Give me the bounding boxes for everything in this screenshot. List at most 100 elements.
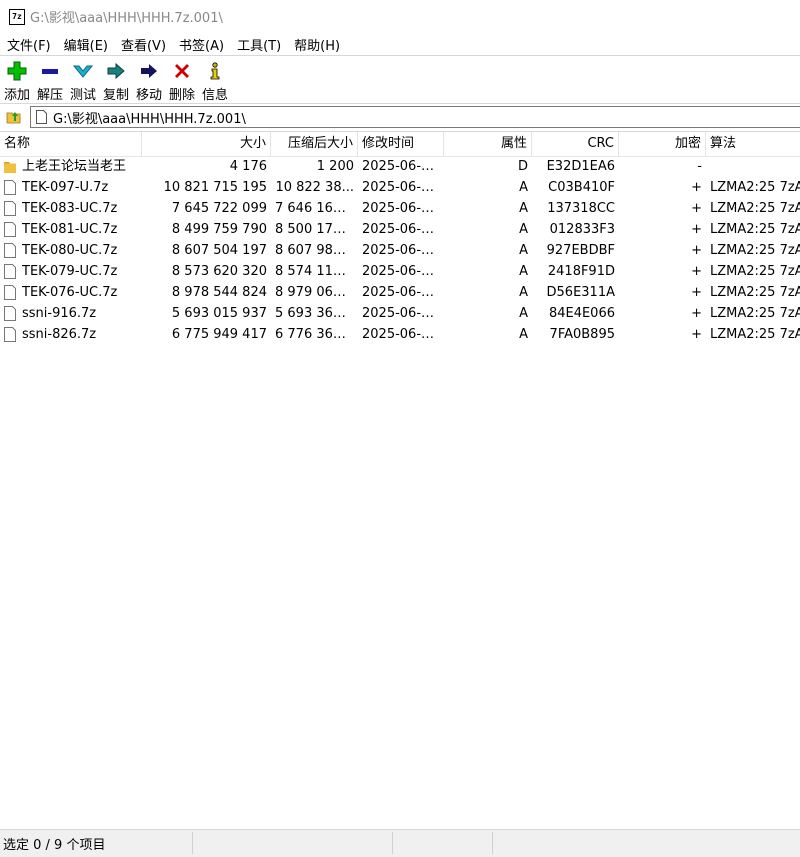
item-modified: 2025-06-1... — [362, 222, 442, 237]
item-method: LZMA2:25 7zA — [710, 327, 800, 342]
item-size: 8 978 544 824 — [171, 285, 267, 300]
address-bar: G:\影视\aaa\HHH\HHH.7z.001\ — [0, 103, 800, 131]
status-bar: 选定 0 / 9 个项目 — [0, 829, 800, 857]
list-item[interactable]: TEK-097-U.7z 10 821 715 195 10 822 38...… — [0, 177, 800, 198]
column-header: 名称 大小 压缩后大小 修改时间 属性 CRC 加密 算法 — [0, 132, 800, 157]
item-method: LZMA2:25 7zA — [710, 180, 800, 195]
up-folder-button[interactable] — [3, 107, 25, 129]
menu-bookmarks[interactable]: 书签(A) — [179, 35, 224, 54]
item-crc: E32D1EA6 — [546, 159, 615, 174]
item-attributes: D — [517, 159, 528, 174]
item-packed-size: 8 574 116 ... — [275, 264, 358, 279]
menu-tools[interactable]: 工具(T) — [237, 35, 281, 54]
file-icon — [4, 264, 16, 279]
toolbar: 添加 解压 测试 复制 移动 删除 信息 — [0, 55, 800, 104]
item-name: TEK-081-UC.7z — [22, 222, 118, 237]
item-modified: 2025-06-1... — [362, 180, 442, 195]
column-header-name[interactable]: 名称 — [0, 132, 142, 156]
item-name: ssni-916.7z — [22, 306, 97, 321]
item-crc: 2418F91D — [547, 264, 615, 279]
move-button[interactable]: 移动 — [133, 56, 165, 103]
info-button[interactable]: 信息 — [199, 56, 231, 103]
item-crc: 137318CC — [547, 201, 615, 216]
list-item[interactable]: TEK-083-UC.7z 7 645 722 099 7 646 161 ..… — [0, 198, 800, 219]
item-size: 5 693 015 937 — [171, 306, 267, 321]
file-list[interactable]: 名称 大小 压缩后大小 修改时间 属性 CRC 加密 算法 上老王论坛当老王 4… — [0, 131, 800, 830]
test-icon — [72, 61, 94, 81]
address-path: G:\影视\aaa\HHH\HHH.7z.001\ — [53, 111, 246, 127]
item-encrypted: + — [691, 243, 702, 258]
item-size: 4 176 — [229, 159, 267, 174]
item-name-cell: TEK-076-UC.7z — [0, 282, 142, 303]
list-item[interactable]: ssni-916.7z 5 693 015 937 5 693 367 ... … — [0, 303, 800, 324]
item-modified: 2025-06-1... — [362, 285, 442, 300]
item-name: 上老王论坛当老王 — [22, 159, 127, 174]
list-item[interactable]: TEK-076-UC.7z 8 978 544 824 8 979 068 ..… — [0, 282, 800, 303]
selection-status: 选定 0 / 9 个项目 — [3, 838, 106, 853]
item-packed-size: 6 776 368 ... — [275, 327, 358, 342]
column-header-method[interactable]: 算法 — [706, 132, 800, 156]
item-size: 10 821 715 195 — [163, 180, 267, 195]
list-item[interactable]: TEK-079-UC.7z 8 573 620 320 8 574 116 ..… — [0, 261, 800, 282]
item-name-cell: ssni-826.7z — [0, 324, 142, 345]
list-item[interactable]: TEK-081-UC.7z 8 499 759 790 8 500 179 ..… — [0, 219, 800, 240]
column-header-crc[interactable]: CRC — [532, 132, 619, 156]
file-icon — [4, 201, 16, 216]
item-modified: 2025-06-1... — [362, 243, 442, 258]
item-encrypted: + — [691, 285, 702, 300]
item-modified: 2025-06-1... — [362, 201, 442, 216]
add-icon — [6, 61, 28, 81]
address-input[interactable]: G:\影视\aaa\HHH\HHH.7z.001\ — [30, 106, 800, 128]
info-icon — [204, 61, 226, 81]
window-title: G:\影视\aaa\HHH\HHH.7z.001\ — [30, 11, 223, 26]
item-packed-size: 1 200 — [316, 159, 354, 174]
item-name-cell: 上老王论坛当老王 — [0, 156, 142, 177]
item-encrypted: + — [691, 222, 702, 237]
item-name: TEK-080-UC.7z — [22, 243, 118, 258]
file-icon — [4, 285, 16, 300]
column-header-packed-size[interactable]: 压缩后大小 — [271, 132, 358, 156]
item-attributes: A — [519, 222, 528, 237]
7zip-app-icon: 7z — [9, 8, 25, 25]
column-header-modified[interactable]: 修改时间 — [358, 132, 444, 156]
item-size: 8 499 759 790 — [171, 222, 267, 237]
menu-help[interactable]: 帮助(H) — [294, 35, 340, 54]
test-button-label: 测试 — [69, 88, 96, 103]
item-encrypted: + — [691, 306, 702, 321]
column-header-attributes[interactable]: 属性 — [444, 132, 532, 156]
column-header-size[interactable]: 大小 — [142, 132, 271, 156]
item-attributes: A — [519, 264, 528, 279]
item-name-cell: TEK-083-UC.7z — [0, 198, 142, 219]
item-size: 7 645 722 099 — [171, 201, 267, 216]
file-icon — [4, 243, 16, 258]
status-divider — [392, 832, 393, 854]
item-name-cell: TEK-081-UC.7z — [0, 219, 142, 240]
item-crc: D56E311A — [546, 285, 615, 300]
menu-file[interactable]: 文件(F) — [7, 35, 51, 54]
item-name: TEK-079-UC.7z — [22, 264, 118, 279]
add-button-label: 添加 — [3, 88, 30, 103]
copy-button[interactable]: 复制 — [100, 56, 132, 103]
item-name: TEK-083-UC.7z — [22, 201, 118, 216]
title-bar: 7z G:\影视\aaa\HHH\HHH.7z.001\ — [0, 0, 800, 33]
menu-edit[interactable]: 编辑(E) — [64, 35, 108, 54]
extract-icon — [39, 61, 61, 81]
add-button[interactable]: 添加 — [1, 56, 33, 103]
item-name: TEK-076-UC.7z — [22, 285, 118, 300]
move-button-label: 移动 — [135, 88, 162, 103]
list-item[interactable]: ssni-826.7z 6 775 949 417 6 776 368 ... … — [0, 324, 800, 345]
item-size: 8 607 504 197 — [171, 243, 267, 258]
item-modified: 2025-06-1... — [362, 327, 442, 342]
item-attributes: A — [519, 201, 528, 216]
test-button[interactable]: 测试 — [67, 56, 99, 103]
delete-button[interactable]: 删除 — [166, 56, 198, 103]
menu-view[interactable]: 查看(V) — [121, 35, 166, 54]
item-crc: 7FA0B895 — [549, 327, 615, 342]
list-item[interactable]: 上老王论坛当老王 4 176 1 200 2025-06-1... D E32D… — [0, 156, 800, 177]
column-header-encrypted[interactable]: 加密 — [619, 132, 706, 156]
item-attributes: A — [519, 285, 528, 300]
list-item[interactable]: TEK-080-UC.7z 8 607 504 197 8 607 988 ..… — [0, 240, 800, 261]
extract-button[interactable]: 解压 — [34, 56, 66, 103]
item-packed-size: 10 822 38... — [275, 180, 354, 195]
item-modified: 2025-06-1... — [362, 159, 442, 174]
